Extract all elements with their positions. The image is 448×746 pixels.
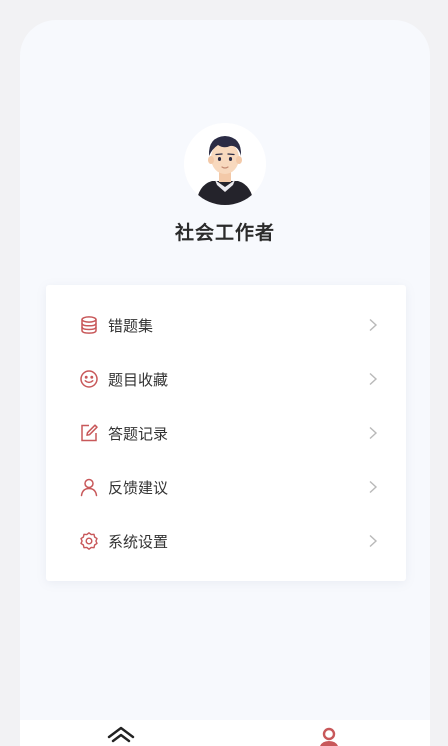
database-icon xyxy=(78,314,100,336)
menu-item-feedback[interactable]: 反馈建议 xyxy=(46,460,406,514)
menu-item-answer-records[interactable]: 答题记录 xyxy=(46,406,406,460)
menu-item-label: 错题集 xyxy=(108,316,154,335)
menu-item-label: 反馈建议 xyxy=(108,478,169,497)
edit-icon xyxy=(78,422,100,444)
chevron-right-icon xyxy=(366,534,380,548)
avatar-illustration xyxy=(184,123,266,205)
home-icon xyxy=(106,726,136,746)
menu-item-wrong-questions[interactable]: 错题集 xyxy=(46,298,406,352)
user-icon xyxy=(78,476,100,498)
menu-item-label: 系统设置 xyxy=(108,532,169,551)
username: 社会工作者 xyxy=(174,222,275,244)
settings-icon xyxy=(78,530,100,552)
profile-icon xyxy=(314,726,344,746)
menu-item-label: 答题记录 xyxy=(108,424,169,443)
tab-profile[interactable] xyxy=(314,726,344,746)
chevron-right-icon xyxy=(366,372,380,386)
avatar[interactable] xyxy=(184,123,266,205)
chevron-right-icon xyxy=(366,480,380,494)
bottom-tab-bar xyxy=(20,720,430,746)
tab-home[interactable] xyxy=(106,726,136,746)
smile-icon xyxy=(78,368,100,390)
menu-item-favorites[interactable]: 题目收藏 xyxy=(46,352,406,406)
menu-item-label: 题目收藏 xyxy=(108,370,169,389)
chevron-right-icon xyxy=(366,426,380,440)
profile-screen: 社会工作者 错题集 题目收藏 答题记录 反馈建议 系统设置 xyxy=(20,20,430,746)
menu-list: 错题集 题目收藏 答题记录 反馈建议 系统设置 xyxy=(46,285,406,581)
menu-item-settings[interactable]: 系统设置 xyxy=(46,514,406,568)
chevron-right-icon xyxy=(366,318,380,332)
